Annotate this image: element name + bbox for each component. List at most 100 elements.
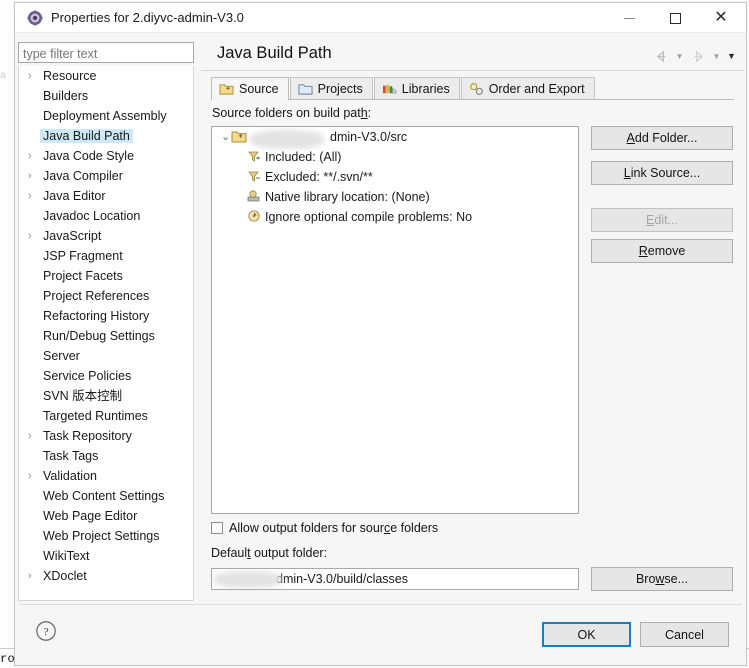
sidebar-item-refactoring-history[interactable]: Refactoring History (19, 306, 193, 326)
properties-dialog: Properties for 2.diyvc-admin-V3.0 ✕ › Res… (14, 2, 747, 666)
sidebar-item-deployment-assembly[interactable]: Deployment Assembly (19, 106, 193, 126)
link-source-button[interactable]: Link Source... (591, 161, 733, 185)
default-output-folder-value: dmin-V3.0/build/classes (276, 572, 409, 586)
tab-libraries[interactable]: Libraries (373, 77, 460, 100)
chevron-right-icon[interactable]: › (28, 166, 38, 186)
remove-label: Remove (638, 244, 686, 258)
sidebar-item-label: Web Project Settings (43, 529, 160, 543)
sidebar-item-xdoclet[interactable]: › XDoclet (19, 566, 193, 586)
source-attribute-row[interactable]: Native library location: (None) (212, 187, 578, 207)
sidebar-item-label: Server (43, 349, 80, 363)
sidebar-item-label: Run/Debug Settings (43, 329, 155, 343)
ok-button[interactable]: OK (542, 622, 631, 647)
source-folder-icon (231, 129, 247, 145)
sidebar-item-label: Builders (43, 89, 89, 103)
chevron-right-icon[interactable]: › (28, 226, 38, 246)
allow-output-folders-checkbox[interactable] (211, 522, 223, 534)
chevron-right-icon[interactable]: › (28, 566, 38, 586)
tab-source[interactable]: Source (211, 77, 289, 100)
sidebar-item-web-content-settings[interactable]: Web Content Settings (19, 486, 193, 506)
view-menu-chevron-down-icon[interactable]: ▼ (725, 46, 738, 66)
sidebar-item-label: Validation (43, 469, 97, 483)
sidebar-item-java-compiler[interactable]: › Java Compiler (19, 166, 193, 186)
order-export-icon (469, 82, 484, 96)
default-output-folder-input[interactable]: dmin-V3.0/build/classes (211, 568, 579, 590)
forward-icon[interactable] (688, 46, 708, 66)
chevron-right-icon[interactable]: › (28, 466, 38, 486)
cancel-label: Cancel (665, 627, 704, 642)
back-icon[interactable] (651, 46, 671, 66)
allow-output-folders-row[interactable]: Allow output folders for source folders (211, 521, 438, 535)
sidebar-item-project-references[interactable]: Project References (19, 286, 193, 306)
sidebar-item-service-policies[interactable]: Service Policies (19, 366, 193, 386)
sidebar-item-java-code-style[interactable]: › Java Code Style (19, 146, 193, 166)
sidebar-item-label: Java Code Style (43, 149, 135, 163)
tab-order-and-export-label: Order and Export (488, 82, 585, 96)
chevron-right-icon[interactable]: › (28, 66, 38, 86)
sidebar-item-label: SVN 版本控制 (43, 389, 123, 403)
edit-button: Edit... (591, 208, 733, 232)
sidebar-item-label: Web Page Editor (43, 509, 138, 523)
source-folders-list[interactable]: ⌄ dmin-V3.0/src Included: (All) Excluded: *… (211, 126, 579, 514)
forward-chevron-down-icon[interactable]: ▼ (710, 46, 723, 66)
tab-order-and-export[interactable]: Order and Export (460, 77, 595, 100)
page-title: Java Build Path (217, 44, 332, 62)
sidebar-item-task-repository[interactable]: › Task Repository (19, 426, 193, 446)
chevron-right-icon[interactable]: › (28, 186, 38, 206)
source-folder-row[interactable]: ⌄ dmin-V3.0/src (212, 127, 578, 147)
sidebar-item-run-debug-settings[interactable]: Run/Debug Settings (19, 326, 193, 346)
default-output-folder-label: Default output folder: (211, 546, 328, 560)
close-button[interactable]: ✕ (698, 3, 744, 33)
help-icon[interactable]: ? (35, 620, 57, 642)
source-attribute-row[interactable]: Included: (All) (212, 147, 578, 167)
sidebar-item-builders[interactable]: Builders (19, 86, 193, 106)
sidebar-item-label: Web Content Settings (43, 489, 165, 503)
source-attribute-row[interactable]: Excluded: **/.svn/** (212, 167, 578, 187)
sidebar-item-label: Task Tags (43, 449, 99, 463)
sidebar-item-server[interactable]: Server (19, 346, 193, 366)
allow-output-folders-label: Allow output folders for source folders (229, 521, 439, 535)
exclude-filter-icon (246, 169, 262, 185)
sidebar-item-javadoc-location[interactable]: Javadoc Location (19, 206, 193, 226)
chevron-right-icon[interactable]: › (28, 426, 38, 446)
sidebar-item-label: JSP Fragment (43, 249, 123, 263)
sidebar-item-java-editor[interactable]: › Java Editor (19, 186, 193, 206)
screen-root: a T a L a L a L a L a L a roject/investm… (0, 0, 749, 668)
build-path-tabs: Source Projects Libraries Order and Expo… (211, 76, 596, 100)
sidebar-item-validation[interactable]: › Validation (19, 466, 193, 486)
sidebar-item-project-facets[interactable]: Project Facets (19, 266, 193, 286)
browse-button[interactable]: Browse... (591, 567, 733, 591)
sidebar-item-web-project-settings[interactable]: Web Project Settings (19, 526, 193, 546)
back-chevron-down-icon[interactable]: ▼ (673, 46, 686, 66)
tab-projects[interactable]: Projects (289, 77, 373, 100)
sidebar-item-wikitext[interactable]: WikiText (19, 546, 193, 566)
sidebar-item-label: Project References (43, 289, 150, 303)
sidebar-item-web-page-editor[interactable]: Web Page Editor (19, 506, 193, 526)
projects-icon (298, 82, 313, 96)
maximize-button[interactable] (652, 3, 698, 33)
title-divider (201, 70, 744, 71)
sidebar-item-label: WikiText (43, 549, 90, 563)
sidebar-item-javascript[interactable]: › JavaScript (19, 226, 193, 246)
cancel-button[interactable]: Cancel (640, 622, 729, 647)
eclipse-properties-icon (27, 10, 43, 26)
sidebar-item-task-tags[interactable]: Task Tags (19, 446, 193, 466)
source-attribute-row[interactable]: Ignore optional compile problems: No (212, 207, 578, 227)
settings-tree[interactable]: › Resource Builders Deployment Assembly Java… (18, 66, 194, 601)
chevron-right-icon[interactable]: › (28, 146, 38, 166)
sidebar-item-label: Project Facets (43, 269, 123, 283)
filter-input[interactable] (18, 42, 194, 63)
minimize-button[interactable] (606, 3, 652, 33)
browse-label: Browse... (635, 572, 689, 586)
sidebar-item-label: Javadoc Location (43, 209, 141, 223)
sidebar-item-targeted-runtimes[interactable]: Targeted Runtimes (19, 406, 193, 426)
libraries-icon (382, 82, 397, 96)
sidebar-item-svn[interactable]: SVN 版本控制 (19, 386, 193, 406)
sidebar-item-label: XDoclet (43, 569, 87, 583)
add-folder-button[interactable]: Add Folder... (591, 126, 733, 150)
sidebar-item-jsp-fragment[interactable]: JSP Fragment (19, 246, 193, 266)
dialog-titlebar: Properties for 2.diyvc-admin-V3.0 ✕ (15, 3, 746, 33)
remove-button[interactable]: Remove (591, 239, 733, 263)
sidebar-item-java-build-path[interactable]: Java Build Path (19, 126, 193, 146)
sidebar-item-resource[interactable]: › Resource (19, 66, 193, 86)
